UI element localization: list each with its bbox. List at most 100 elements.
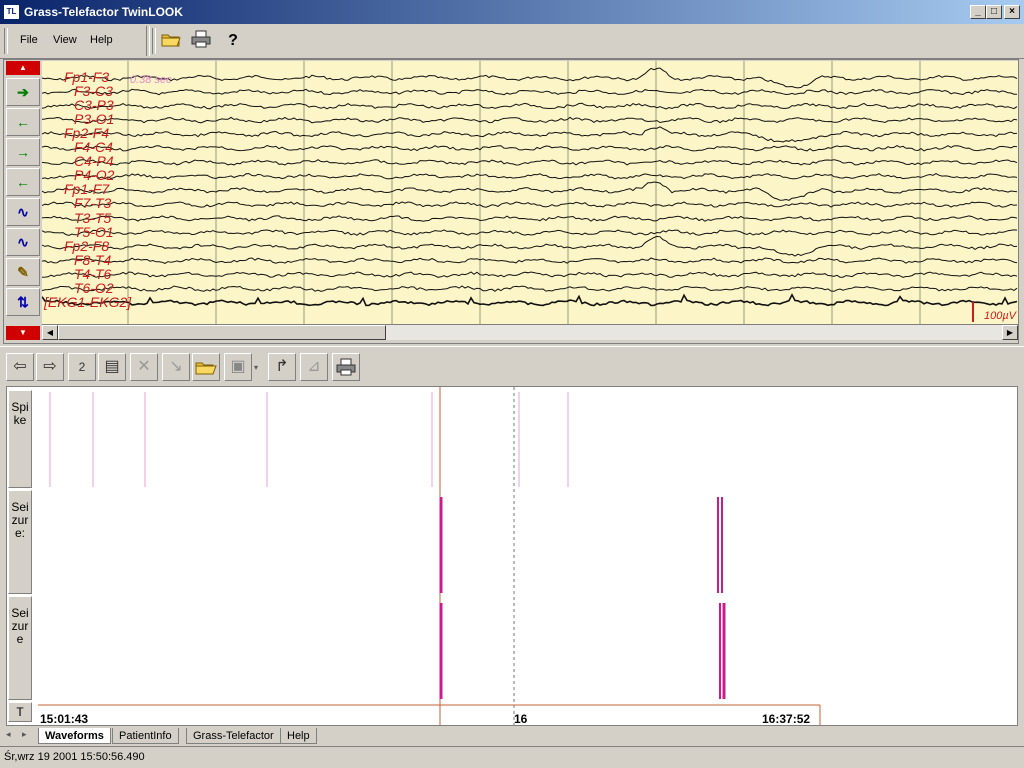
- trace-fp1-f7: [42, 181, 1018, 201]
- trace-fp1-f3: [42, 67, 1018, 89]
- trace-t6-o2: [42, 285, 1018, 292]
- trace-t3-t5: [42, 215, 1018, 222]
- trace-f7-t3: [42, 201, 1018, 208]
- channel-label[interactable]: T4-T6: [74, 267, 111, 281]
- delete-selected-icon[interactable]: ↘: [162, 353, 190, 381]
- window-title: Grass-Telefactor TwinLOOK: [24, 5, 183, 19]
- channel-label[interactable]: C4-P4: [74, 154, 114, 168]
- trace-fp2-f8: [42, 235, 1018, 257]
- app-icon: TL: [3, 4, 20, 20]
- save-icon[interactable]: ▣: [224, 353, 252, 381]
- status-text: Śr,wrz 19 2001 15:50:56.490: [4, 751, 145, 763]
- trace-f3-c3: [42, 88, 1018, 96]
- maximize-button[interactable]: □: [986, 5, 1002, 19]
- channel-label[interactable]: F8-T4: [74, 253, 111, 267]
- eeg-horizontal-scrollbar[interactable]: ◀ ▶: [42, 324, 1018, 340]
- page-forward-button[interactable]: ➔: [6, 78, 40, 106]
- page-number[interactable]: 2: [68, 353, 96, 381]
- arrow-right-icon[interactable]: ⇨: [36, 353, 64, 381]
- channel-label[interactable]: C3-P3: [74, 98, 114, 112]
- seizure-row-label-1[interactable]: Seizure:: [8, 490, 32, 594]
- toolbar-separator: [146, 26, 150, 56]
- channel-label[interactable]: [EKG1-EKG2]: [44, 295, 131, 309]
- save-dropdown-icon[interactable]: ▾: [254, 363, 258, 372]
- delete-marks-icon[interactable]: ✕: [130, 353, 158, 381]
- trace-p4-o2: [42, 173, 1018, 180]
- open-folder-icon[interactable]: [160, 30, 182, 52]
- status-bar: Śr,wrz 19 2001 15:50:56.490: [0, 746, 1024, 768]
- menu-grip: [4, 28, 8, 54]
- minimize-button[interactable]: _: [970, 5, 986, 19]
- scroll-right-button[interactable]: ▶: [1002, 325, 1018, 340]
- channel-label[interactable]: Fp2-F4: [64, 126, 109, 140]
- trace-f4-c4: [42, 144, 1018, 152]
- channel-label[interactable]: F3-C3: [74, 84, 113, 98]
- jump-icon[interactable]: ↱: [268, 353, 296, 381]
- trace-fp2-f4: [42, 126, 1018, 143]
- properties-icon[interactable]: ▤: [98, 353, 126, 381]
- trace-t5-o1: [42, 229, 1018, 236]
- montage-sidebar: ▲ ➔ ← → ← ∿ ∿ ✎ ⇅ ▼: [6, 60, 40, 342]
- channel-label[interactable]: Fp2-F8: [64, 239, 109, 253]
- timeline-end: 16:37:52: [762, 712, 811, 726]
- open-folder-icon[interactable]: [192, 353, 220, 381]
- title-bar: TL Grass-Telefactor TwinLOOK _ □ ×: [0, 0, 1024, 24]
- tab-help[interactable]: Help: [280, 728, 317, 744]
- channel-label[interactable]: T5-O1: [74, 225, 114, 239]
- amplitude-scale-bar: [972, 302, 974, 322]
- event-toolbar: ⇦ ⇨ 2 ▤ ✕ ↘ ▣ ▾ ↱ ⊿: [0, 346, 1024, 387]
- tab-grass-telefactor[interactable]: Grass-Telefactor: [186, 728, 281, 744]
- amplitude-scale-label: 100µV: [983, 310, 1016, 322]
- eeg-waveform-area[interactable]: Fp1-F3 F3-C3 C3-P3 P3-O1 Fp2-F4 F4-C4 C4-P4 P4-…: [42, 61, 1018, 324]
- toolbar-grip: [152, 28, 156, 54]
- time-row-label[interactable]: T: [8, 702, 32, 722]
- trace-c4-p4: [42, 159, 1018, 166]
- time-scale-label: 0.38 sec: [130, 74, 172, 86]
- channel-label[interactable]: P4-O2: [74, 168, 114, 182]
- print-icon[interactable]: [190, 30, 212, 52]
- menu-bar: File View Help ?: [0, 24, 1024, 59]
- pen-icon[interactable]: ✎: [6, 258, 40, 286]
- timeline-mid: 16: [514, 712, 528, 726]
- gain-up-icon[interactable]: ∿: [6, 198, 40, 226]
- tab-bar: ◂ ▸ Waveforms PatientInfo Grass-Telefact…: [0, 727, 1024, 745]
- tab-waveforms[interactable]: Waveforms: [38, 728, 111, 744]
- trace-c3-p3: [42, 102, 1018, 110]
- timeline-start: 15:01:43: [40, 712, 89, 726]
- arrow-left-icon[interactable]: ⇦: [6, 353, 34, 381]
- channel-label[interactable]: Fp1-F7: [64, 182, 109, 196]
- trace-t4-t6: [42, 271, 1018, 278]
- menu-view[interactable]: View: [53, 34, 77, 46]
- eeg-traces: [42, 61, 1018, 324]
- spike-row-label[interactable]: Spike: [8, 390, 32, 488]
- scroll-left-button[interactable]: ◀: [42, 325, 58, 340]
- help-icon[interactable]: ?: [222, 30, 244, 52]
- trace-ekg1-ekg2: [42, 293, 1018, 307]
- trace-f8-t4: [42, 257, 1018, 264]
- menu-file[interactable]: File: [20, 34, 38, 46]
- channel-label[interactable]: F7-T3: [74, 196, 111, 210]
- scroll-up-button[interactable]: ▲: [6, 61, 40, 75]
- page-back-button[interactable]: ←: [6, 108, 40, 136]
- channel-label[interactable]: P3-O1: [74, 112, 114, 126]
- tab-patientinfo[interactable]: PatientInfo: [112, 728, 179, 744]
- channel-label[interactable]: T6-O2: [74, 281, 114, 295]
- gain-down-icon[interactable]: ∿: [6, 228, 40, 256]
- tab-scroll-right-icon[interactable]: ▸: [22, 729, 27, 740]
- filter-icon[interactable]: ⇅: [6, 288, 40, 316]
- scroll-down-button[interactable]: ▼: [6, 326, 40, 340]
- print-icon[interactable]: [332, 353, 360, 381]
- measure-icon[interactable]: ⊿: [300, 353, 328, 381]
- menu-help[interactable]: Help: [90, 34, 113, 46]
- step-forward-button[interactable]: →: [6, 138, 40, 166]
- close-button[interactable]: ×: [1004, 5, 1020, 19]
- seizure-row-label-2[interactable]: Seizure: [8, 596, 32, 700]
- channel-label[interactable]: Fp1-F3: [64, 70, 109, 84]
- event-markers: [38, 387, 821, 725]
- scrollbar-thumb[interactable]: [58, 325, 386, 340]
- step-back-button[interactable]: ←: [6, 168, 40, 196]
- channel-label[interactable]: F4-C4: [74, 140, 113, 154]
- tab-scroll-left-icon[interactable]: ◂: [6, 729, 11, 740]
- channel-label[interactable]: T3-T5: [74, 211, 111, 225]
- trace-p3-o1: [42, 116, 1018, 124]
